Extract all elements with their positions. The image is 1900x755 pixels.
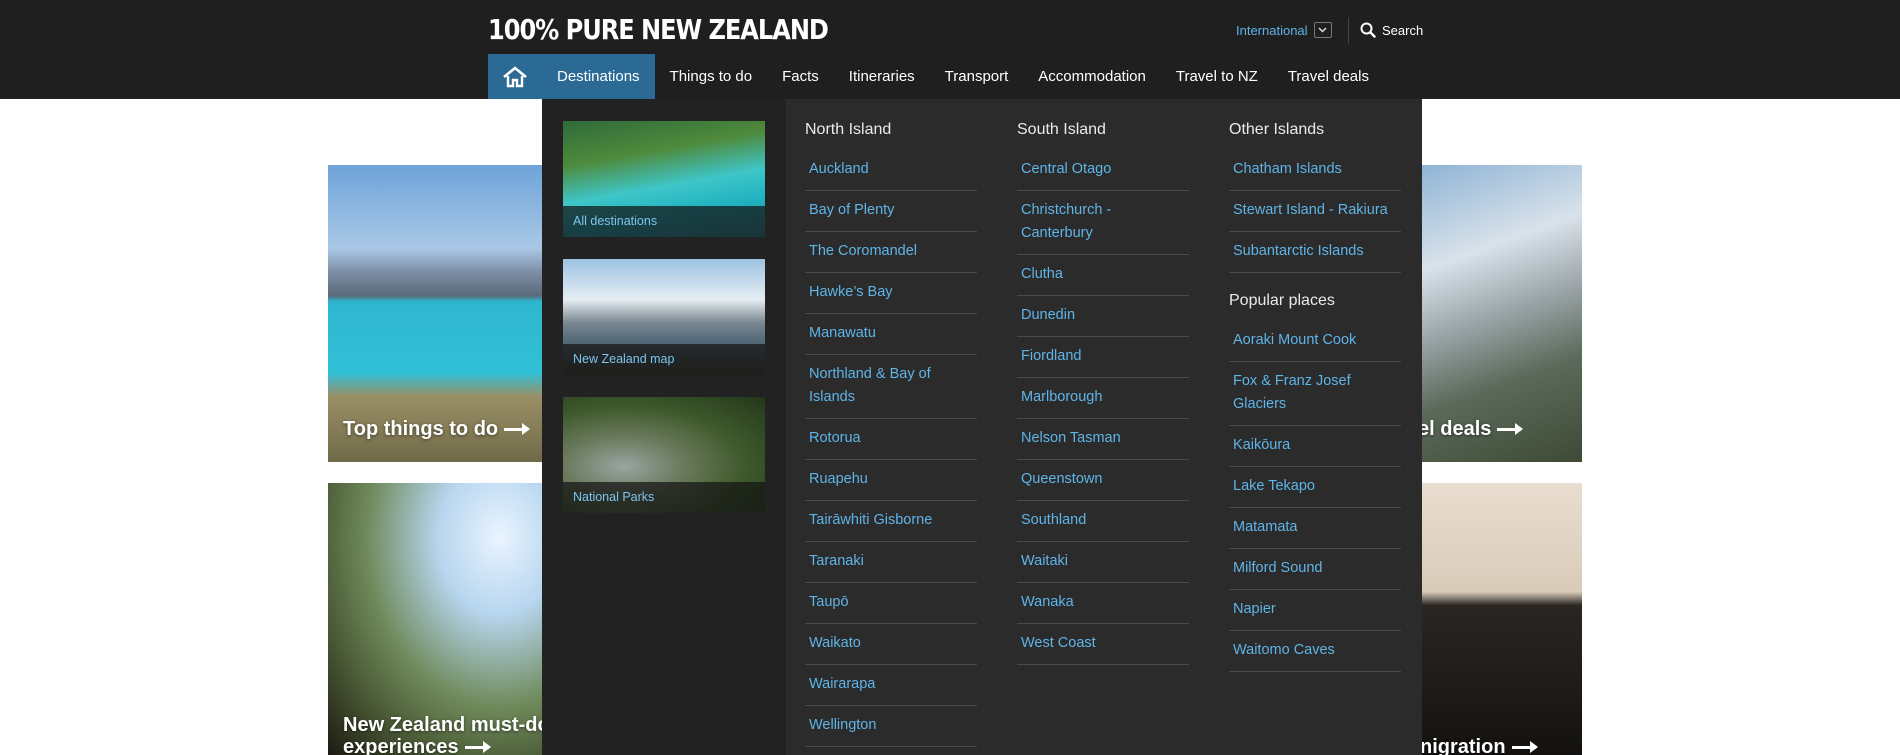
menu-link[interactable]: Lake Tekapo xyxy=(1229,467,1401,508)
thumb-all-destinations[interactable]: All destinations xyxy=(563,121,765,237)
menu-link[interactable]: Taranaki xyxy=(805,542,977,583)
tile-caption-text: Top things to do xyxy=(343,418,499,440)
nav-travel-deals[interactable]: Travel deals xyxy=(1273,54,1384,99)
menu-link[interactable]: Fiordland xyxy=(1017,337,1189,378)
link-list: Aoraki Mount Cook Fox & Franz Josef Glaci… xyxy=(1229,321,1401,672)
search-button[interactable]: Search xyxy=(1360,22,1423,38)
menu-link[interactable]: Subantarctic Islands xyxy=(1229,232,1401,273)
menu-link[interactable]: Bay of Plenty xyxy=(805,191,977,232)
menu-link[interactable]: Southland xyxy=(1017,501,1189,542)
nav-itineraries[interactable]: Itineraries xyxy=(834,54,930,99)
menu-link[interactable]: Kaikōura xyxy=(1229,426,1401,467)
menu-link[interactable]: Clutha xyxy=(1017,255,1189,296)
column-heading: North Island xyxy=(805,121,892,138)
chevron-down-icon[interactable] xyxy=(1313,22,1332,38)
thumb-caption[interactable]: All destinations xyxy=(563,206,765,237)
menu-link[interactable]: Whanganui xyxy=(805,747,977,755)
menu-link[interactable]: The Coromandel xyxy=(805,232,977,273)
menu-link[interactable]: Fox & Franz Josef Glaciers xyxy=(1229,362,1401,426)
tile-caption: nigration xyxy=(1422,736,1538,755)
tile-caption: el deals xyxy=(1422,418,1524,440)
menu-link[interactable]: Napier xyxy=(1229,590,1401,631)
tile-caption-line: New Zealand must-do xyxy=(343,714,542,736)
home-icon xyxy=(503,65,527,87)
menu-link[interactable]: Matamata xyxy=(1229,508,1401,549)
tile-must-do-experiences[interactable]: New Zealand must-do experiences xyxy=(328,483,542,755)
site-header: 100% PURE NEW ZEALAND International Sear… xyxy=(0,0,1900,99)
arrow-right-icon xyxy=(1497,423,1524,436)
tile-caption-text: nigration xyxy=(1422,736,1506,755)
column-heading: Popular places xyxy=(1229,292,1335,309)
nav-things-to-do[interactable]: Things to do xyxy=(655,54,768,99)
menu-column-north-island: North Island Auckland Bay of Plenty The Co… xyxy=(805,120,977,755)
arrow-right-icon xyxy=(1511,741,1538,754)
menu-featured-panel: All destinations New Zealand map Nationa… xyxy=(542,99,786,755)
site-logo[interactable]: 100% PURE NEW ZEALAND xyxy=(488,14,829,46)
menu-link[interactable]: Waikato xyxy=(805,624,977,665)
menu-link[interactable]: Christchurch - Canterbury xyxy=(1017,191,1189,255)
menu-link[interactable]: Waitomo Caves xyxy=(1229,631,1401,672)
menu-link[interactable]: Marlborough xyxy=(1017,378,1189,419)
link-list: Auckland Bay of Plenty The Coromandel Hawke… xyxy=(805,150,977,755)
menu-link[interactable]: Wellington xyxy=(805,706,977,747)
nav-facts[interactable]: Facts xyxy=(767,54,834,99)
menu-link[interactable]: Hawke’s Bay xyxy=(805,273,977,314)
tile-top-things-to-do[interactable]: Top things to do xyxy=(328,165,542,462)
tile-travel-deals[interactable]: el deals xyxy=(1422,165,1582,462)
nav-transport[interactable]: Transport xyxy=(930,54,1024,99)
menu-column-other-islands: Other Islands Chatham Islands Stewart Isl… xyxy=(1229,120,1401,672)
arrow-right-icon xyxy=(464,741,491,754)
nav-home[interactable] xyxy=(488,54,542,99)
column-heading: South Island xyxy=(1017,121,1106,138)
menu-link[interactable]: Stewart Island - Rakiura xyxy=(1229,191,1401,232)
nav-travel-to-nz[interactable]: Travel to NZ xyxy=(1161,54,1273,99)
menu-link[interactable]: Taupō xyxy=(805,583,977,624)
link-list: Central Otago Christchurch - Canterbury Cl… xyxy=(1017,150,1189,665)
menu-link[interactable]: West Coast xyxy=(1017,624,1189,665)
nav-accommodation[interactable]: Accommodation xyxy=(1023,54,1161,99)
search-icon xyxy=(1360,22,1376,38)
menu-column-south-island: South Island Central Otago Christchurch -… xyxy=(1017,120,1189,665)
arrow-right-icon xyxy=(504,423,531,436)
region-label[interactable]: International xyxy=(1236,23,1308,38)
menu-link[interactable]: Wanaka xyxy=(1017,583,1189,624)
link-list: Chatham Islands Stewart Island - Rakiura S… xyxy=(1229,150,1401,273)
thumb-national-parks[interactable]: National Parks xyxy=(563,397,765,513)
tile-caption: New Zealand must-do experiences xyxy=(343,714,542,755)
tile-caption-text: el deals xyxy=(1422,418,1492,440)
menu-link[interactable]: Dunedin xyxy=(1017,296,1189,337)
menu-link[interactable]: Northland & Bay of Islands xyxy=(805,355,977,419)
menu-link[interactable]: Chatham Islands xyxy=(1229,150,1401,191)
column-heading: Other Islands xyxy=(1229,121,1325,138)
menu-link[interactable]: Aoraki Mount Cook xyxy=(1229,321,1401,362)
thumb-caption[interactable]: New Zealand map xyxy=(563,344,765,375)
region-selector[interactable]: International xyxy=(1236,22,1332,38)
tile-caption-line: experiences xyxy=(343,736,459,755)
menu-link[interactable]: Queenstown xyxy=(1017,460,1189,501)
menu-link[interactable]: Manawatu xyxy=(805,314,977,355)
menu-link[interactable]: Central Otago xyxy=(1017,150,1189,191)
nav-destinations[interactable]: Destinations xyxy=(542,54,655,99)
menu-link[interactable]: Ruapehu xyxy=(805,460,977,501)
menu-link[interactable]: Milford Sound xyxy=(1229,549,1401,590)
menu-link[interactable]: Rotorua xyxy=(805,419,977,460)
destinations-mega-menu: All destinations New Zealand map Nationa… xyxy=(542,99,1422,755)
search-label: Search xyxy=(1382,22,1424,38)
menu-link[interactable]: Waitaki xyxy=(1017,542,1189,583)
header-divider xyxy=(1348,17,1349,44)
main-nav: Destinations Things to do Facts Itinerar… xyxy=(488,54,1384,99)
tile-caption: Top things to do xyxy=(343,418,531,440)
menu-link[interactable]: Wairarapa xyxy=(805,665,977,706)
menu-link[interactable]: Auckland xyxy=(805,150,977,191)
thumb-caption[interactable]: National Parks xyxy=(563,482,765,513)
menu-link[interactable]: Nelson Tasman xyxy=(1017,419,1189,460)
menu-link[interactable]: Tairāwhiti Gisborne xyxy=(805,501,977,542)
thumb-new-zealand-map[interactable]: New Zealand map xyxy=(563,259,765,375)
tile-immigration[interactable]: nigration xyxy=(1422,483,1582,755)
